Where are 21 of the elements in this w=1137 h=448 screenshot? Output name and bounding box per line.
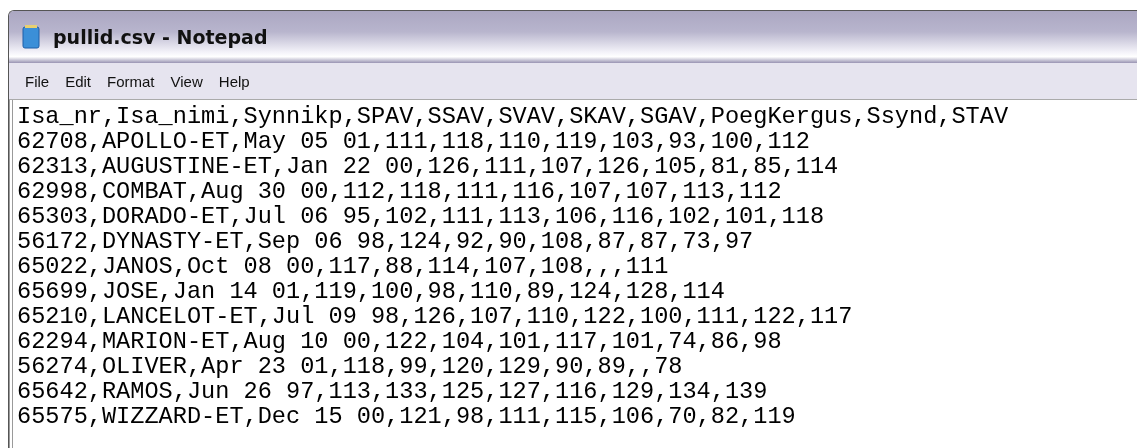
text-line: 65210,LANCELOT-ET,Jul 09 98,126,107,110,122,100,111,122,117 [17,304,854,329]
window-title: pullid.csv - Notepad [53,26,268,48]
text-line: 65699,JOSE,Jan 14 01,119,100,98,110,89,124,128,114 [17,279,726,304]
text-line: 62998,COMBAT,Aug 30 00,112,118,111,116,107,107,113,112 [17,179,783,204]
menu-item[interactable]: Edit [57,72,100,90]
text-line: Isa_nr,Isa_nimi,Synnikp,SPAV,SSAV,SVAV,SKAV,SGAV,PoegKergus,Ssynd,STAV [17,104,1010,129]
menu-item[interactable]: File [17,72,58,90]
text-line: 62708,APOLLO-ET,May 05 01,111,118,110,119,103,93,100,112 [17,129,811,154]
notepad-icon [21,24,43,50]
text-line: 65575,WIZZARD-ET,Dec 15 00,121,98,111,115,106,70,82,119 [17,404,797,429]
menu-item[interactable]: View [162,72,211,90]
text-line: 65022,JANOS,Oct 08 00,117,88,114,107,108,,,111 [17,254,670,279]
text-line: 56274,OLIVER,Apr 23 01,118,99,120,129,90,89,,78 [17,354,684,379]
text-area[interactable] [9,100,1137,448]
text-line: 62313,AUGUSTINE-ET,Jan 22 00,126,111,107,126,105,81,85,114 [17,154,840,179]
menu-item[interactable]: Help [210,72,258,90]
text-line: 56172,DYNASTY-ET,Sep 06 98,124,92,90,108,87,87,73,97 [17,229,755,254]
menu-item[interactable]: Format [99,72,163,90]
text-line: 65642,RAMOS,Jun 26 97,113,133,125,127,116,129,134,139 [17,379,769,404]
text-line: 65303,DORADO-ET,Jul 06 95,102,111,113,106,116,102,101,118 [17,204,826,229]
text-line: 62294,MARION-ET,Aug 10 00,122,104,101,117,101,74,86,98 [17,329,783,354]
